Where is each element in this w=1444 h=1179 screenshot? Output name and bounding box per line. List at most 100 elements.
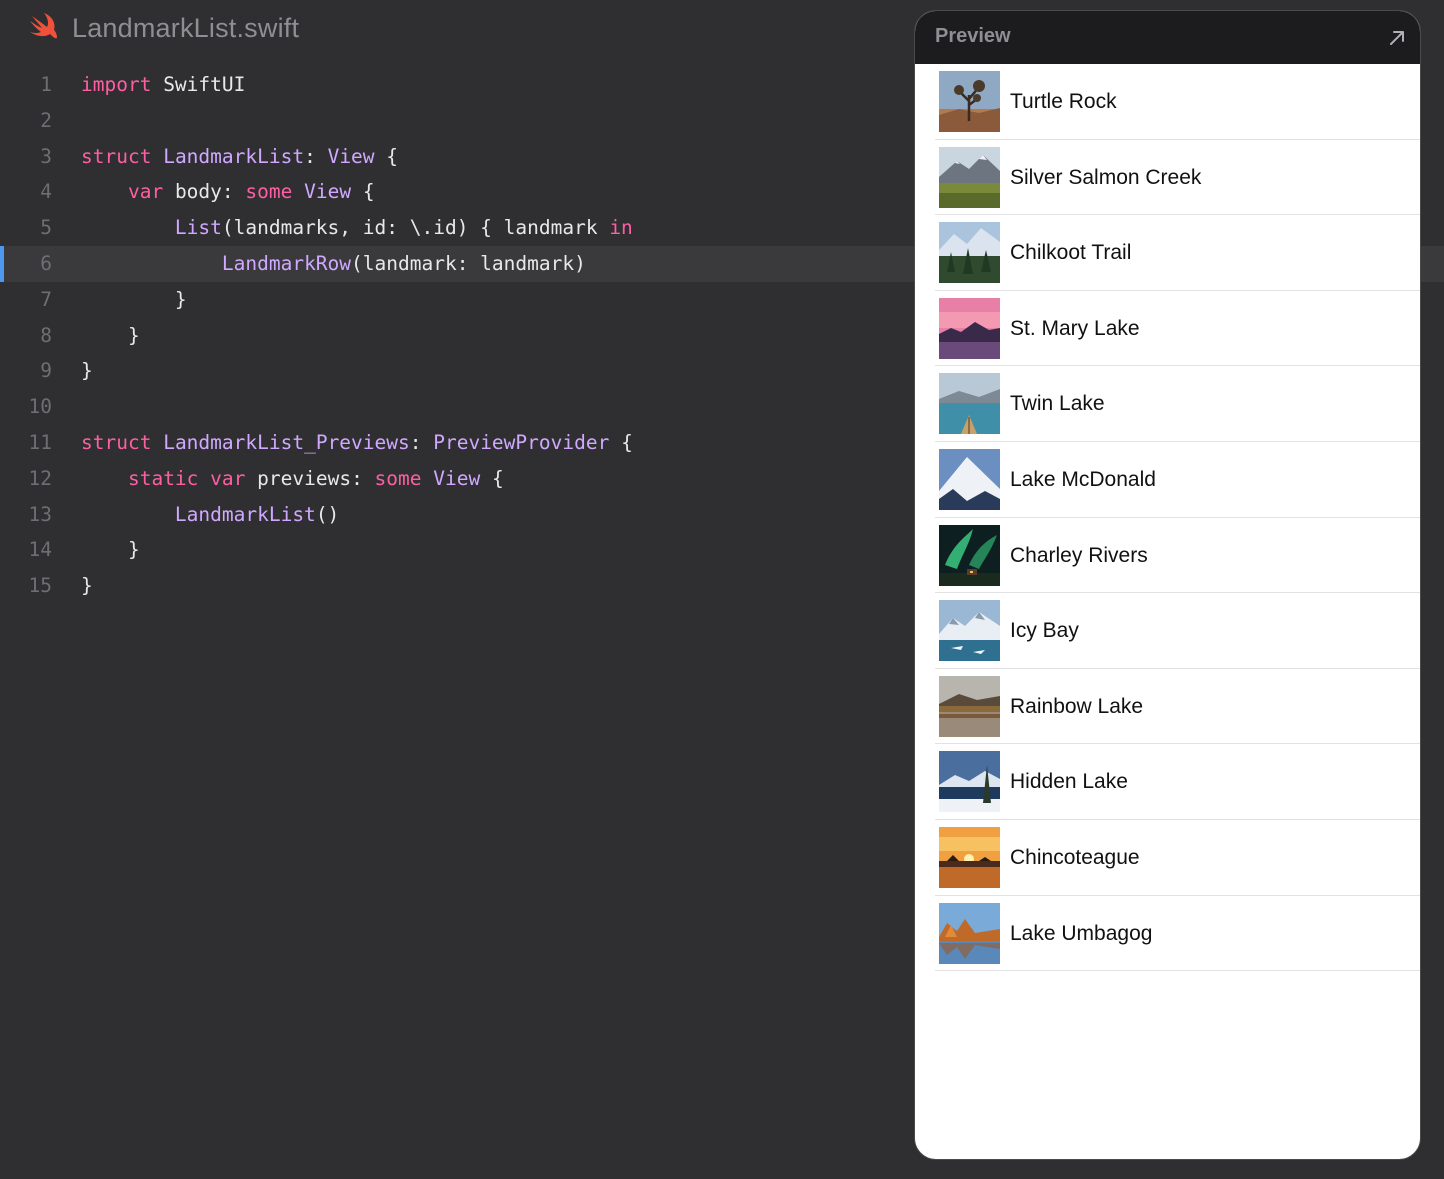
code-token: LandmarkList [163, 144, 305, 168]
code-text: } [81, 282, 187, 318]
landmark-row[interactable]: Silver Salmon Creek [915, 140, 1420, 216]
line-number: 15 [28, 574, 52, 598]
aurora-night-image [939, 524, 1000, 586]
landmark-thumbnail [939, 146, 1000, 208]
mountain-meadow-image [939, 146, 1000, 208]
code-token: View [327, 144, 375, 168]
landmark-row[interactable]: Chincoteague [915, 820, 1420, 896]
landmark-name: Lake Umbagog [1010, 921, 1153, 945]
landmark-row[interactable]: Chilkoot Trail [915, 215, 1420, 291]
code-text: static var previews: some View { [81, 461, 504, 497]
landmark-row[interactable]: Lake McDonald [915, 442, 1420, 518]
preview-title: Preview [935, 25, 1011, 47]
landmark-name: Hidden Lake [1010, 770, 1128, 794]
code-token: previews: [245, 466, 375, 490]
code-token: List [174, 216, 222, 240]
landmark-row[interactable]: St. Mary Lake [915, 291, 1420, 367]
code-text: } [81, 353, 93, 389]
landmark-list[interactable]: Turtle Rock Silver Salmon Creek Chilkoot T… [915, 64, 1420, 971]
code-token: } [81, 574, 93, 598]
landmark-thumbnail [939, 902, 1000, 964]
landmark-row[interactable]: Icy Bay [915, 593, 1420, 669]
code-text: var body: some View { [81, 174, 375, 210]
code-token: } [81, 287, 187, 311]
line-number: 8 [40, 323, 52, 347]
code-token: () [315, 502, 340, 526]
landmark-thumbnail [939, 222, 1000, 284]
code-text: LandmarkList() [81, 497, 339, 533]
code-token: var [210, 466, 246, 490]
landmark-row[interactable]: Turtle Rock [915, 64, 1420, 140]
code-token: some [374, 466, 422, 490]
landmark-thumbnail [939, 524, 1000, 586]
code-text: LandmarkRow(landmark: landmark) [81, 246, 586, 282]
code-token: View [433, 466, 481, 490]
code-token: struct [81, 144, 152, 168]
code-token: { [351, 180, 375, 204]
line-number: 12 [28, 466, 52, 490]
canoe-on-lake-image [939, 373, 1000, 435]
joshua-tree-desert-image [939, 71, 1000, 132]
code-text: } [81, 568, 93, 604]
code-token: { [480, 466, 504, 490]
line-number: 13 [28, 502, 52, 526]
snowy-peak-image [939, 448, 1000, 510]
landmark-name: Charley Rivers [1010, 543, 1148, 567]
code-token: import [81, 73, 152, 96]
code-token: in [609, 216, 633, 240]
code-text: } [81, 532, 140, 568]
preview-panel: Preview Turtle Rock Silver Salmon Creek Ch… [914, 10, 1421, 1160]
pine-forest-mountains-image [939, 222, 1000, 284]
code-token: SwiftUI [151, 73, 246, 96]
line-number: 4 [40, 180, 52, 204]
landmark-row[interactable]: Hidden Lake [915, 744, 1420, 820]
line-number: 7 [40, 287, 52, 311]
code-text: struct LandmarkList_Previews: PreviewPro… [81, 425, 633, 461]
pink-sunset-lake-image [939, 297, 1000, 359]
line-number: 3 [40, 144, 52, 168]
arrow-up-right-icon[interactable] [1386, 27, 1408, 49]
landmark-name: Icy Bay [1010, 619, 1079, 643]
snowy-tree-lake-image [939, 751, 1000, 813]
code-token: LandmarkList [174, 502, 316, 526]
landmark-name: Silver Salmon Creek [1010, 165, 1202, 189]
landmark-name: Rainbow Lake [1010, 694, 1144, 718]
line-number: 14 [28, 538, 52, 562]
landmark-thumbnail [939, 373, 1000, 435]
landmark-thumbnail [939, 826, 1000, 888]
orange-sunset-marsh-image [939, 826, 1000, 888]
autumn-lake-image [939, 902, 1000, 964]
landmark-row[interactable]: Rainbow Lake [915, 669, 1420, 745]
line-number: 6 [40, 251, 52, 275]
code-token: PreviewProvider [433, 430, 610, 454]
line-number: 5 [40, 216, 52, 240]
landmark-row[interactable]: Charley Rivers [915, 518, 1420, 594]
landmark-row[interactable]: Twin Lake [915, 366, 1420, 442]
landmark-name: Chincoteague [1010, 845, 1140, 869]
landmark-row[interactable]: Lake Umbagog [915, 896, 1420, 972]
landmark-thumbnail [939, 600, 1000, 662]
code-token: LandmarkList_Previews [163, 430, 410, 454]
reflection-lake-image [939, 675, 1000, 737]
code-token: (landmarks, id: \.id) { landmark [221, 216, 610, 240]
line-number: 2 [40, 108, 52, 132]
landmark-thumbnail [939, 751, 1000, 813]
landmark-name: Turtle Rock [1010, 90, 1117, 113]
line-number: 1 [40, 73, 52, 96]
swift-icon [29, 13, 57, 39]
landmark-thumbnail [939, 448, 1000, 510]
code-text: } [81, 318, 140, 354]
code-token: View [304, 180, 352, 204]
code-token: struct [81, 430, 152, 454]
code-token: } [81, 538, 140, 562]
code-token: : [409, 430, 434, 454]
code-token: (landmark: landmark) [351, 251, 586, 275]
line-number: 10 [28, 395, 52, 419]
